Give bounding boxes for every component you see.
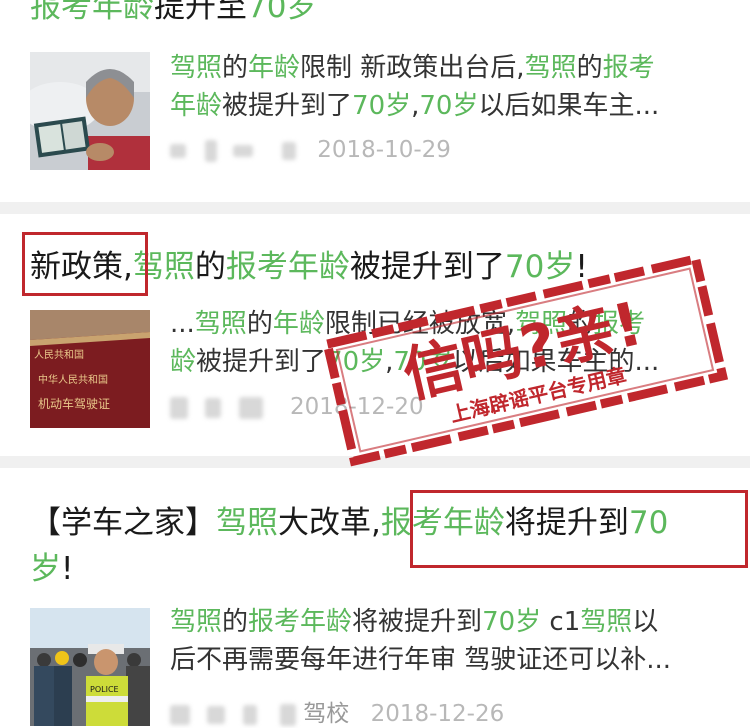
text-segment: 限制 新政策出台后, — [300, 53, 525, 83]
blurred-source-name — [170, 143, 186, 158]
highlighted-keyword: 年龄 — [272, 309, 325, 339]
highlighted-keyword: 报考年龄 — [225, 249, 350, 285]
text-segment: 提升至 — [154, 0, 247, 25]
highlighted-keyword: 驾照 — [524, 53, 577, 83]
police-vest-text: POLICE — [90, 685, 119, 694]
highlighted-keyword: 驾照 — [170, 53, 223, 83]
article-card-1[interactable]: 报考年龄提升至70岁 驾照的年龄限制 新政策出台后,驾照的报考 年龄被提升到了7… — [0, 0, 750, 202]
text-segment: 被提升到了 — [349, 249, 505, 285]
text-segment: 将被提升到 — [352, 607, 483, 637]
elderly-woman-photo — [30, 52, 150, 170]
highlighted-keyword: 驾照 — [194, 309, 247, 339]
highlighted-keyword: 70岁 — [247, 0, 318, 25]
text-segment: 的 — [246, 309, 273, 339]
article-date-3: 2018-12-26 — [370, 701, 505, 727]
blurred-source-name — [279, 703, 296, 726]
article-thumbnail-2[interactable]: 人民共和国 中华人民共和国 机动车驾驶证 — [30, 310, 150, 428]
article-snippet-1-line1: 驾照的年龄限制 新政策出台后,驾照的报考 — [170, 50, 655, 86]
article-title-3-line2[interactable]: 岁! — [30, 546, 73, 592]
text-segment: 的 — [222, 607, 249, 637]
red-highlight-box-new-policy — [22, 232, 148, 296]
red-highlight-box-exam-age — [410, 490, 748, 568]
highlighted-keyword: 岁 — [30, 551, 61, 587]
text-segment: 的 — [194, 249, 226, 285]
text-segment: 大改革, — [278, 505, 381, 541]
text-segment: 被提升到了 — [196, 347, 327, 377]
separator — [0, 202, 750, 214]
text-segment: 被提升到了 — [222, 91, 353, 121]
article-thumbnail-3[interactable]: POLICE — [30, 608, 150, 726]
text-segment: c1 — [541, 607, 581, 637]
highlighted-keyword: 年龄 — [248, 53, 301, 83]
text-segment: 的 — [222, 53, 249, 83]
article-snippet-1-line2: 年龄被提升到了70岁,70岁以后如果车主... — [170, 88, 659, 124]
article-meta-1: 2018-10-29 — [170, 137, 451, 163]
text-segment: 【学车之家】 — [30, 505, 216, 541]
highlighted-keyword: 70岁 — [419, 91, 479, 121]
booklet-text-1: 人民共和国 — [34, 349, 84, 361]
text-segment: ... — [170, 309, 195, 339]
highlighted-keyword: 报考年龄 — [248, 607, 353, 637]
highlighted-keyword: 年龄 — [170, 91, 223, 121]
article-thumbnail-1[interactable] — [30, 52, 150, 170]
highlighted-keyword: 报考年龄 — [30, 0, 154, 25]
blurred-source-name — [170, 704, 190, 725]
blurred-source-name — [170, 396, 188, 419]
article-title-1[interactable]: 报考年龄提升至70岁 — [30, 0, 317, 30]
blurred-source-name — [242, 704, 257, 725]
booklet-text-3: 机动车驾驶证 — [38, 396, 110, 411]
article-meta-3: 驾校 2018-12-26 — [170, 694, 504, 728]
highlighted-keyword: 70岁 — [352, 91, 412, 121]
highlighted-keyword: 驾照 — [170, 607, 223, 637]
highlighted-keyword: 龄 — [170, 347, 197, 377]
article-snippet-3-line2: 后不再需要每年进行年审 驾驶证还可以补... — [170, 645, 672, 675]
highlighted-keyword: 报考 — [602, 53, 655, 83]
text-segment: 的 — [576, 53, 603, 83]
blurred-source-name — [281, 141, 296, 160]
highlighted-keyword: 70岁 — [482, 607, 542, 637]
text-segment: ! — [61, 551, 74, 587]
driver-license-booklet-photo: 人民共和国 中华人民共和国 机动车驾驶证 — [30, 310, 150, 428]
blurred-source-name — [207, 705, 226, 724]
highlighted-keyword: 驾照 — [580, 607, 633, 637]
article-date-1: 2018-10-29 — [317, 137, 451, 163]
text-segment: 以 — [632, 607, 659, 637]
blurred-source-name — [205, 139, 218, 162]
blurred-source-name — [232, 144, 253, 157]
highlighted-keyword: 驾照 — [216, 505, 278, 541]
booklet-text-2: 中华人民共和国 — [38, 373, 108, 386]
blurred-source-name — [205, 397, 222, 418]
blurred-source-name — [238, 396, 263, 419]
article-snippet-3-line1: 驾照的报考年龄将被提升到70岁 c1驾照以 — [170, 604, 658, 640]
police-officer-photo: POLICE — [30, 608, 150, 726]
article-source-3: 驾校 — [303, 701, 350, 727]
text-segment: 以后如果车主... — [478, 91, 660, 121]
